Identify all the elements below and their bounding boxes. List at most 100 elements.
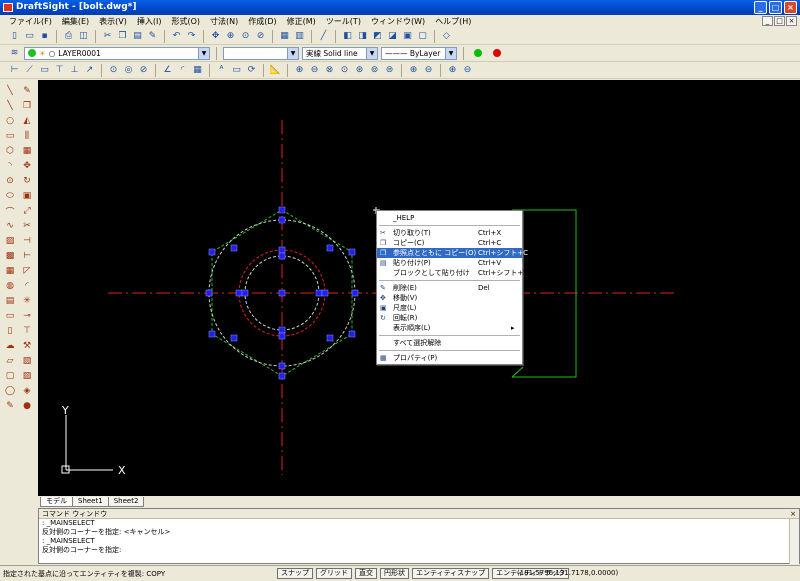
selection-grip[interactable] (208, 248, 216, 256)
selection-grip[interactable] (278, 246, 286, 254)
zoom-fit-icon[interactable]: ⊕ (446, 64, 459, 77)
zoom-out-icon[interactable]: ⊖ (308, 64, 321, 77)
grid-toggle[interactable]: グリッド (316, 568, 352, 579)
view-right-icon[interactable]: ◪ (386, 30, 399, 43)
join-icon[interactable]: ⊸ (20, 309, 34, 323)
undo-icon[interactable]: ↶ (170, 30, 183, 43)
zoom-window-icon[interactable]: ⊕ (407, 64, 420, 77)
block-icon[interactable]: ▦ (3, 264, 17, 278)
menu-file[interactable]: ファイル(F) (4, 16, 57, 27)
command-scrollbar[interactable] (789, 519, 799, 564)
zoom-all-icon[interactable]: ⊗ (323, 64, 336, 77)
layer-manager-icon[interactable]: ≋ (8, 47, 21, 60)
edit-polyline-icon[interactable]: ▧ (20, 354, 34, 368)
table-icon[interactable]: ▤ (3, 294, 17, 308)
selection-grip[interactable] (278, 252, 286, 260)
menu-edit[interactable]: 編集(E) (57, 16, 94, 27)
move-icon[interactable]: ✥ (20, 159, 34, 173)
maximize-button[interactable]: □ (769, 1, 782, 14)
extend-icon[interactable]: ⊣ (20, 234, 34, 248)
selection-grip[interactable] (235, 289, 243, 297)
view-top-icon[interactable]: ▣ (401, 30, 414, 43)
point-icon[interactable]: ⊙ (3, 174, 17, 188)
esnap-toggle[interactable]: エンティティスナップ (412, 568, 490, 579)
linetype-combo[interactable]: 実線 Solid line ▼ (302, 46, 378, 60)
paint-icon[interactable]: ◈ (20, 384, 34, 398)
zoom-extents-icon[interactable]: ⊙ (338, 64, 351, 77)
ctx-rotate[interactable]: ↻ 回転(R) (377, 313, 522, 323)
zoom-prev-icon[interactable]: ⊖ (422, 64, 435, 77)
explode-icon[interactable]: ✳ (20, 294, 34, 308)
note-icon[interactable]: ▯ (3, 324, 17, 338)
arc-length-icon[interactable]: ◜ (176, 64, 189, 77)
ctx-move[interactable]: ✥ 移動(V) (377, 293, 522, 303)
selection-grip[interactable] (278, 216, 286, 224)
selection-grip[interactable] (241, 289, 249, 297)
cut-icon[interactable]: ✂ (101, 30, 114, 43)
zoom-scale-icon[interactable]: ⊜ (383, 64, 396, 77)
view-iso-icon[interactable]: ◇ (440, 30, 453, 43)
selection-grip[interactable] (230, 334, 238, 342)
view-front-icon[interactable]: ◧ (341, 30, 354, 43)
text-icon[interactable]: ▭ (3, 309, 17, 323)
linear-dim-icon[interactable]: ⊢ (8, 64, 21, 77)
color-combo[interactable]: ▼ (223, 46, 299, 60)
green-status-icon[interactable] (474, 49, 482, 57)
polar-toggle[interactable]: 円形状 (380, 568, 409, 579)
ctx-delete[interactable]: ✎ 削除(E) Del (377, 283, 522, 293)
center-mark-icon[interactable]: ⊙ (107, 64, 120, 77)
open-file-icon[interactable]: ▭ (23, 30, 36, 43)
tab-sheet1[interactable]: Sheet1 (72, 497, 109, 507)
ctx-deselect-all[interactable]: すべて選択解除 (377, 338, 522, 348)
selection-grip[interactable] (230, 244, 238, 252)
insert-icon[interactable]: ◍ (3, 279, 17, 293)
minimize-button[interactable]: _ (754, 1, 767, 14)
selection-grip[interactable] (351, 289, 359, 297)
selection-grip[interactable] (278, 372, 286, 380)
format-painter-icon[interactable]: ✎ (146, 30, 159, 43)
ctx-help[interactable]: _HELP (377, 213, 522, 223)
selection-grip[interactable] (326, 244, 334, 252)
measure-icon[interactable]: 📐 (269, 64, 282, 77)
scale-icon[interactable]: ▣ (20, 189, 34, 203)
zoom-center-icon[interactable]: ⊛ (353, 64, 366, 77)
menu-insert[interactable]: 挿入(I) (132, 16, 167, 27)
baseline-dim-icon[interactable]: ⊤ (53, 64, 66, 77)
stretch-icon[interactable]: ⤢ (20, 204, 34, 218)
zoom-in-icon[interactable]: ⊕ (293, 64, 306, 77)
paste-icon[interactable]: ▤ (131, 30, 144, 43)
pattern-icon[interactable]: ▦ (20, 144, 34, 158)
selection-grip[interactable] (278, 289, 286, 297)
mirror-icon[interactable]: ◭ (20, 114, 34, 128)
selection-grip[interactable] (278, 206, 286, 214)
pan-icon[interactable]: ✥ (209, 30, 222, 43)
ctx-copy[interactable]: ❐ コピー(C) Ctrl+C (377, 238, 522, 248)
dim-update-icon[interactable]: ⟳ (245, 64, 258, 77)
sketch-icon[interactable]: ✎ (3, 399, 17, 413)
donut-icon[interactable]: ◯ (3, 384, 17, 398)
copy-icon[interactable]: ❐ (116, 30, 129, 43)
bomb-icon[interactable]: ● (20, 399, 34, 413)
selection-grip[interactable] (321, 289, 329, 297)
revcloud-icon[interactable]: ☁ (3, 339, 17, 353)
view-back-icon[interactable]: ◨ (356, 30, 369, 43)
redo-icon[interactable]: ↷ (185, 30, 198, 43)
text-dim-icon[interactable]: ᴬ (215, 64, 228, 77)
selection-grip[interactable] (326, 334, 334, 342)
polyline-icon[interactable]: ⌒ (3, 204, 17, 218)
wipeout-icon[interactable]: ▱ (3, 354, 17, 368)
selection-grip[interactable] (208, 330, 216, 338)
red-status-icon[interactable] (493, 49, 501, 57)
edit-hatch-icon[interactable]: ▨ (20, 369, 34, 383)
zoom-previous-icon[interactable]: ⊘ (254, 30, 267, 43)
chamfer-icon[interactable]: ◸ (20, 264, 34, 278)
line-tool-icon[interactable]: ╱ (317, 30, 330, 43)
tab-model[interactable]: モデル (40, 497, 73, 507)
menu-dimension[interactable]: 寸法(N) (205, 16, 243, 27)
view-bottom-icon[interactable]: ▢ (416, 30, 429, 43)
erase-icon[interactable]: ✎ (20, 84, 34, 98)
lengthen-icon[interactable]: ⊤ (20, 324, 34, 338)
ortho-toggle[interactable]: 直交 (355, 568, 377, 579)
aligned-dim-icon[interactable]: ⟋ (23, 64, 36, 77)
ctx-cut[interactable]: ✂ 切り取り(T) Ctrl+X (377, 228, 522, 238)
